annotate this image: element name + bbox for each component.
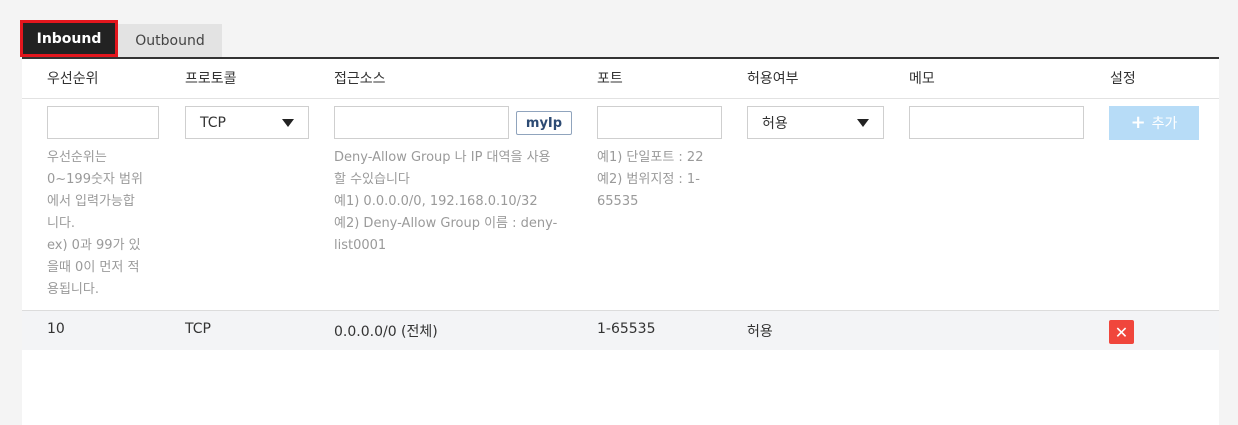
source-hint: Deny-Allow Group 나 IP 대역을 사용 할 수있습니다 예1)…	[334, 147, 584, 257]
priority-input[interactable]	[47, 106, 159, 139]
hint-line: 0~199숫자 범위	[47, 172, 143, 187]
hint-line: list0001	[334, 238, 387, 253]
myip-button[interactable]: myIp	[516, 111, 572, 135]
hint-line: 할 수있습니다	[334, 172, 410, 187]
hint-line: 예2) 범위지정 : 1-	[597, 172, 700, 187]
col-header-allow: 허용여부	[747, 71, 799, 87]
hint-line: 용됩니다.	[47, 282, 99, 297]
add-button[interactable]: + 추가	[1109, 106, 1199, 140]
col-header-memo: 메모	[909, 71, 935, 87]
hint-line: 예1) 단일포트 : 22	[597, 150, 704, 165]
tab-inbound[interactable]: Inbound	[20, 20, 118, 57]
delete-button[interactable]: ✕	[1109, 320, 1134, 344]
col-header-priority: 우선순위	[47, 71, 99, 87]
port-input[interactable]	[597, 106, 722, 139]
row-protocol: TCP	[185, 321, 211, 337]
priority-hint: 우선순위는 0~199숫자 범위 에서 입력가능합 니다. ex) 0과 99가…	[47, 147, 167, 301]
col-header-settings: 설정	[1110, 71, 1136, 87]
hint-line: ex) 0과 99가 있	[47, 238, 141, 253]
col-header-port: 포트	[597, 71, 623, 87]
row-allow: 허용	[747, 324, 773, 340]
hint-line: 에서 입력가능합	[47, 194, 135, 209]
table-header: 우선순위 프로토콜 접근소스 포트 허용여부 메모 설정	[22, 59, 1219, 99]
source-input[interactable]	[334, 106, 509, 139]
hint-line: 예2) Deny-Allow Group 이름 : deny-	[334, 216, 558, 231]
tab-outbound[interactable]: Outbound	[118, 24, 222, 58]
hint-line: 을때 0이 먼저 적	[47, 260, 140, 275]
plus-icon: +	[1130, 112, 1146, 133]
protocol-select[interactable]: TCP	[185, 106, 309, 139]
tab-bar: Inbound Outbound	[20, 20, 222, 58]
allow-select-value: 허용	[762, 115, 788, 132]
hint-line: 우선순위는	[47, 150, 107, 165]
close-icon: ✕	[1114, 322, 1129, 342]
hint-line: 65535	[597, 194, 639, 209]
hint-line: 예1) 0.0.0.0/0, 192.168.0.10/32	[334, 194, 538, 209]
caret-down-icon	[857, 119, 869, 127]
rules-table: 우선순위 프로토콜 접근소스 포트 허용여부 메모 설정 TCP myIp 허용…	[22, 57, 1219, 425]
row-port: 1-65535	[597, 321, 656, 337]
col-header-source: 접근소스	[334, 71, 386, 87]
hint-line: Deny-Allow Group 나 IP 대역을 사용	[334, 150, 551, 165]
port-hint: 예1) 단일포트 : 22 예2) 범위지정 : 1- 65535	[597, 147, 737, 213]
add-button-label: 추가	[1151, 116, 1178, 132]
hint-line: 니다.	[47, 216, 76, 231]
row-source: 0.0.0.0/0 (전체)	[334, 324, 438, 340]
table-row: 10 TCP 0.0.0.0/0 (전체) 1-65535 허용 ✕	[22, 311, 1219, 350]
allow-select[interactable]: 허용	[747, 106, 884, 139]
col-header-protocol: 프로토콜	[185, 71, 237, 87]
protocol-select-value: TCP	[200, 114, 226, 131]
caret-down-icon	[282, 119, 294, 127]
memo-input[interactable]	[909, 106, 1084, 139]
row-priority: 10	[47, 321, 65, 337]
